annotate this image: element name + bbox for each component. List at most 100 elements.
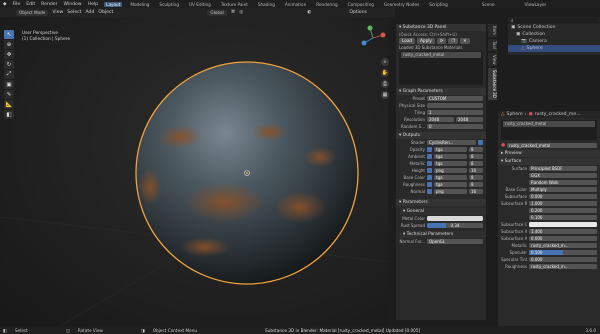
resolution-width[interactable]: 2048 bbox=[427, 116, 454, 123]
menu-view[interactable]: View bbox=[52, 10, 63, 15]
workspace-tab-compositing[interactable]: Compositing bbox=[346, 2, 376, 7]
output-bits[interactable]: 8 bbox=[469, 153, 483, 160]
output-bits[interactable]: 8 bbox=[469, 174, 483, 181]
workspace-tab-uv-editing[interactable]: UV Editing bbox=[187, 2, 213, 7]
output-format[interactable]: tga bbox=[434, 160, 467, 167]
output-format[interactable]: png bbox=[434, 167, 467, 174]
output-bits[interactable]: 8 bbox=[469, 181, 483, 188]
pan-hand-icon[interactable]: ✋ bbox=[381, 69, 389, 77]
specular-tint-field[interactable]: 0.000 bbox=[529, 256, 597, 263]
view-layer-selector[interactable]: ViewLayer bbox=[523, 2, 549, 7]
menu-file[interactable]: File bbox=[13, 2, 21, 7]
mode-selector[interactable]: Object Mode bbox=[16, 9, 49, 16]
preset-dropdown[interactable]: CUSTOM bbox=[427, 95, 483, 102]
output-enable-checkbox[interactable] bbox=[427, 175, 432, 180]
cursor-tool-icon[interactable]: ⊕ bbox=[4, 40, 14, 49]
workspace-tab-layout[interactable]: Layout bbox=[104, 1, 123, 7]
material-list-item[interactable]: rusty_cracked_metal bbox=[401, 52, 481, 58]
proportional-edit-icon[interactable]: ◎ bbox=[239, 10, 243, 15]
menu-render[interactable]: Render bbox=[41, 2, 57, 7]
metal-color-swatch[interactable] bbox=[427, 215, 483, 222]
copy-icon[interactable]: ❐ bbox=[448, 37, 459, 44]
add-cube-tool-icon[interactable]: ◧ bbox=[4, 110, 14, 119]
material-slots-list[interactable]: rusty_cracked_metal bbox=[501, 120, 597, 140]
zoom-icon[interactable]: ⌕ bbox=[381, 58, 389, 66]
loaded-materials-list[interactable]: rusty_cracked_metal bbox=[399, 51, 483, 85]
subsurface-field[interactable]: 0.000 bbox=[529, 193, 597, 200]
annotate-tool-icon[interactable]: ✎ bbox=[4, 90, 14, 99]
subsurface-radius-z[interactable]: 0.100 bbox=[529, 214, 597, 221]
output-enable-checkbox[interactable] bbox=[427, 182, 432, 187]
output-enable-checkbox[interactable] bbox=[427, 189, 432, 194]
metallic-input[interactable]: rusty_cracked_m... bbox=[529, 242, 597, 249]
outliner-collection[interactable]: ▣ Collection bbox=[508, 31, 600, 38]
material-datablock[interactable]: rusty_cracked_metal bbox=[507, 142, 597, 149]
outliner-scene-collection[interactable]: ▣ Scene Collection bbox=[508, 24, 600, 31]
surface-header[interactable]: ▾ Surface bbox=[498, 158, 600, 165]
move-tool-icon[interactable]: ✥ bbox=[4, 50, 14, 59]
workspace-tab-sculpting[interactable]: Sculpting bbox=[157, 2, 181, 7]
tab-substance-3d[interactable]: Substance 3D bbox=[488, 68, 497, 101]
output-format[interactable]: png bbox=[434, 188, 467, 195]
roughness-input[interactable]: rusty_cracked_m... bbox=[529, 263, 597, 270]
workspace-tab-rendering[interactable]: Rendering bbox=[314, 2, 339, 7]
substance-panel-header[interactable]: ▾ Substance 3D Panel bbox=[396, 24, 486, 31]
navigation-gizmo[interactable] bbox=[358, 24, 388, 52]
3d-viewport[interactable] bbox=[0, 17, 389, 327]
subsurface-radius-y[interactable]: 0.200 bbox=[529, 207, 597, 214]
workspace-tab-texture-paint[interactable]: Texture Paint bbox=[219, 2, 250, 7]
transform-tool-icon[interactable]: ▣ bbox=[4, 80, 14, 89]
graph-parameters-header[interactable]: ▾ Graph Parameters bbox=[396, 88, 486, 95]
rotate-tool-icon[interactable]: ↻ bbox=[4, 60, 14, 69]
camera-view-icon[interactable]: ⎙ bbox=[381, 80, 389, 88]
reload-icon[interactable]: ⟳ bbox=[436, 37, 447, 44]
tab-tool[interactable]: Tool bbox=[488, 39, 497, 51]
menu-add[interactable]: Add bbox=[85, 10, 94, 15]
physical-size-field[interactable] bbox=[427, 102, 483, 109]
workspace-tab-scripting[interactable]: Scripting bbox=[427, 2, 450, 7]
specular-slider[interactable]: 0.500 bbox=[529, 249, 597, 256]
technical-parameters-subheader[interactable]: ▾ Technical Parameters bbox=[400, 231, 486, 238]
subsurface-ior-field[interactable]: 1.400 bbox=[529, 228, 597, 235]
general-subheader[interactable]: ▾ General bbox=[400, 208, 486, 215]
output-enable-checkbox[interactable] bbox=[427, 161, 432, 166]
output-enable-checkbox[interactable] bbox=[427, 147, 432, 152]
tab-item[interactable]: Item bbox=[488, 24, 497, 38]
subsurface-method-dropdown[interactable]: Random Walk bbox=[529, 179, 597, 186]
grid-ortho-icon[interactable]: ▦ bbox=[381, 91, 389, 99]
rust-spread-slider[interactable]: 0.34 bbox=[427, 222, 483, 229]
delete-icon[interactable]: ✕ bbox=[460, 37, 470, 44]
output-bits[interactable]: 8 bbox=[469, 160, 483, 167]
subsurface-color-swatch[interactable] bbox=[529, 221, 597, 228]
outliner-camera[interactable]: 📷 Camera bbox=[508, 38, 600, 45]
output-format[interactable]: tga bbox=[434, 146, 467, 153]
workspace-tab-modeling[interactable]: Modeling bbox=[128, 2, 151, 7]
output-format[interactable]: tga bbox=[434, 174, 467, 181]
resolution-height[interactable]: 2048 bbox=[456, 116, 483, 123]
measure-tool-icon[interactable]: 📐 bbox=[4, 100, 14, 109]
transform-orientation[interactable]: Global bbox=[207, 9, 227, 16]
subsurface-radius-x[interactable]: 1.000 bbox=[529, 200, 597, 207]
snap-icon[interactable]: ⌘ bbox=[231, 10, 236, 15]
distribution-dropdown[interactable]: GGX bbox=[529, 172, 597, 179]
shader-dropdown[interactable]: CyclesRen... bbox=[427, 139, 476, 146]
apply-button[interactable]: Apply bbox=[417, 37, 435, 44]
normal-format-dropdown[interactable]: OpenGL bbox=[427, 238, 483, 245]
output-enable-checkbox[interactable] bbox=[427, 168, 432, 173]
surface-shader[interactable]: Principled BSDF bbox=[529, 165, 597, 172]
tab-view[interactable]: View bbox=[488, 52, 497, 67]
output-format[interactable]: tga bbox=[434, 181, 467, 188]
menu-help[interactable]: Help bbox=[88, 2, 98, 7]
scene-selector[interactable]: Scene bbox=[480, 2, 497, 7]
output-bits[interactable]: 8 bbox=[469, 146, 483, 153]
menu-select[interactable]: Select bbox=[67, 10, 81, 15]
random-seed-field[interactable]: 0 bbox=[427, 123, 483, 130]
outliner-search-icon[interactable]: ⌕ bbox=[511, 18, 514, 24]
scale-tool-icon[interactable]: ⤢ bbox=[4, 70, 14, 79]
material-slot[interactable]: rusty_cracked_metal bbox=[503, 121, 595, 127]
output-bits[interactable]: 16 bbox=[469, 167, 483, 174]
select-tool-icon[interactable]: ↖ bbox=[4, 30, 14, 39]
tiling-field[interactable]: 1 bbox=[427, 109, 483, 116]
parameters-header[interactable]: ▾ Parameters bbox=[396, 199, 486, 206]
shader-checkbox[interactable] bbox=[478, 140, 483, 145]
